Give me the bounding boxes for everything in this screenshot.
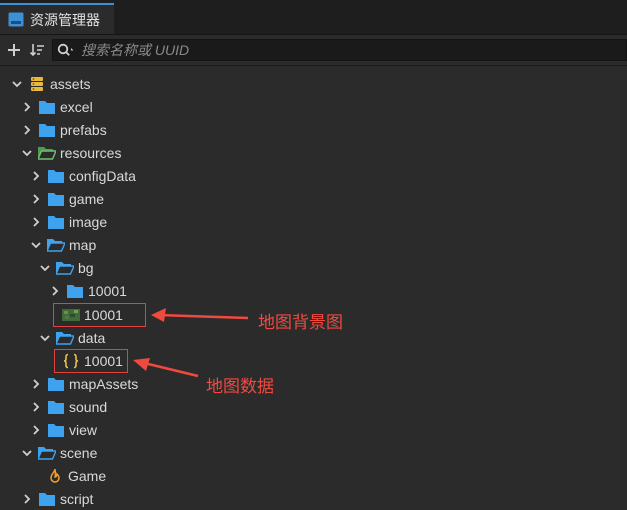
highlight-box-map-data — [54, 349, 128, 373]
annotation-map-data: 地图数据 — [206, 377, 274, 396]
folder-icon — [47, 191, 65, 207]
folder-icon — [38, 122, 56, 138]
tree-item-game[interactable]: game — [29, 187, 104, 210]
chevron-right-icon[interactable] — [29, 169, 43, 183]
tree-item-assets[interactable]: assets — [10, 72, 90, 95]
search-box[interactable] — [52, 39, 627, 61]
tree-item-label: game — [69, 190, 105, 207]
folder-icon — [47, 399, 65, 415]
tree-item-resources[interactable]: resources — [20, 141, 121, 164]
tree-item-label: bg — [78, 259, 94, 276]
chevron-right-icon[interactable] — [29, 423, 43, 437]
tree-item-label: script — [60, 490, 94, 507]
tree-item-sound[interactable]: sound — [29, 395, 107, 418]
tree-item-bg[interactable]: bg — [38, 256, 94, 279]
tree-item-label: scene — [60, 444, 98, 461]
tree-item-scene-game[interactable]: Game — [46, 464, 106, 487]
scene-flame-icon — [46, 468, 64, 484]
tree-item-excel[interactable]: excel — [20, 95, 93, 118]
tree-item-label: sound — [69, 398, 108, 415]
chevron-down-icon[interactable] — [38, 331, 52, 345]
toolbar — [0, 35, 627, 66]
tree-item-bg-folder-10001[interactable]: 10001 — [48, 279, 127, 302]
folder-open-icon — [38, 445, 56, 461]
folder-icon — [38, 99, 56, 115]
chevron-right-icon[interactable] — [20, 100, 34, 114]
chevron-right-icon[interactable] — [20, 123, 34, 137]
chevron-down-icon[interactable] — [38, 261, 52, 275]
tree-item-view[interactable]: view — [29, 418, 97, 441]
tab-asset-manager[interactable]: 资源管理器 — [0, 3, 114, 34]
annotation-bg-image: 地图背景图 — [258, 313, 343, 332]
add-icon[interactable] — [4, 40, 24, 60]
tree-item-script[interactable]: script — [20, 487, 93, 510]
asset-manager-icon — [8, 12, 24, 27]
tree-item-scene[interactable]: scene — [20, 441, 97, 464]
panel-tab-bar: 资源管理器 — [0, 0, 627, 35]
chevron-right-icon[interactable] — [48, 284, 62, 298]
tree-item-label: configData — [69, 167, 136, 184]
highlight-box-bg-image — [53, 303, 146, 327]
folder-icon — [38, 491, 56, 507]
asset-tree: assets excel prefabs resources configDat… — [0, 72, 627, 507]
tree-item-image[interactable]: image — [29, 210, 107, 233]
sort-icon[interactable] — [27, 40, 47, 60]
folder-open-icon — [56, 330, 74, 346]
chevron-down-icon[interactable] — [10, 77, 24, 91]
tree-item-map[interactable]: map — [29, 233, 96, 256]
folder-open-icon — [38, 145, 56, 161]
tree-item-label: map — [69, 236, 97, 253]
tree-item-label: image — [69, 213, 108, 230]
tree-item-label: Game — [68, 467, 107, 484]
tree-item-label: mapAssets — [69, 375, 139, 392]
database-icon — [28, 76, 46, 92]
tree-item-label: 10001 — [88, 282, 127, 299]
tree-item-prefabs[interactable]: prefabs — [20, 118, 107, 141]
search-icon — [57, 43, 75, 57]
search-input[interactable] — [81, 42, 581, 58]
folder-open-icon — [56, 260, 74, 276]
tab-label: 资源管理器 — [30, 11, 100, 28]
folder-icon — [47, 168, 65, 184]
tree-item-configData[interactable]: configData — [29, 164, 136, 187]
chevron-right-icon[interactable] — [29, 377, 43, 391]
chevron-down-icon[interactable] — [20, 146, 34, 160]
chevron-right-icon[interactable] — [20, 492, 34, 506]
tree-item-mapAssets[interactable]: mapAssets — [29, 372, 138, 395]
folder-icon — [47, 214, 65, 230]
tree-item-label: prefabs — [60, 121, 107, 138]
folder-icon — [47, 422, 65, 438]
tree-item-data[interactable]: data — [38, 326, 105, 349]
tree-item-label: view — [69, 421, 98, 438]
tree-item-label: assets — [50, 75, 91, 92]
chevron-right-icon[interactable] — [29, 215, 43, 229]
folder-icon — [47, 376, 65, 392]
tree-item-label: excel — [60, 98, 93, 115]
tree-item-label: resources — [60, 144, 122, 161]
folder-open-icon — [47, 237, 65, 253]
chevron-down-icon[interactable] — [20, 446, 34, 460]
tree-item-label: data — [78, 329, 106, 346]
folder-icon — [66, 283, 84, 299]
chevron-down-icon[interactable] — [29, 238, 43, 252]
chevron-right-icon[interactable] — [29, 400, 43, 414]
chevron-right-icon[interactable] — [29, 192, 43, 206]
